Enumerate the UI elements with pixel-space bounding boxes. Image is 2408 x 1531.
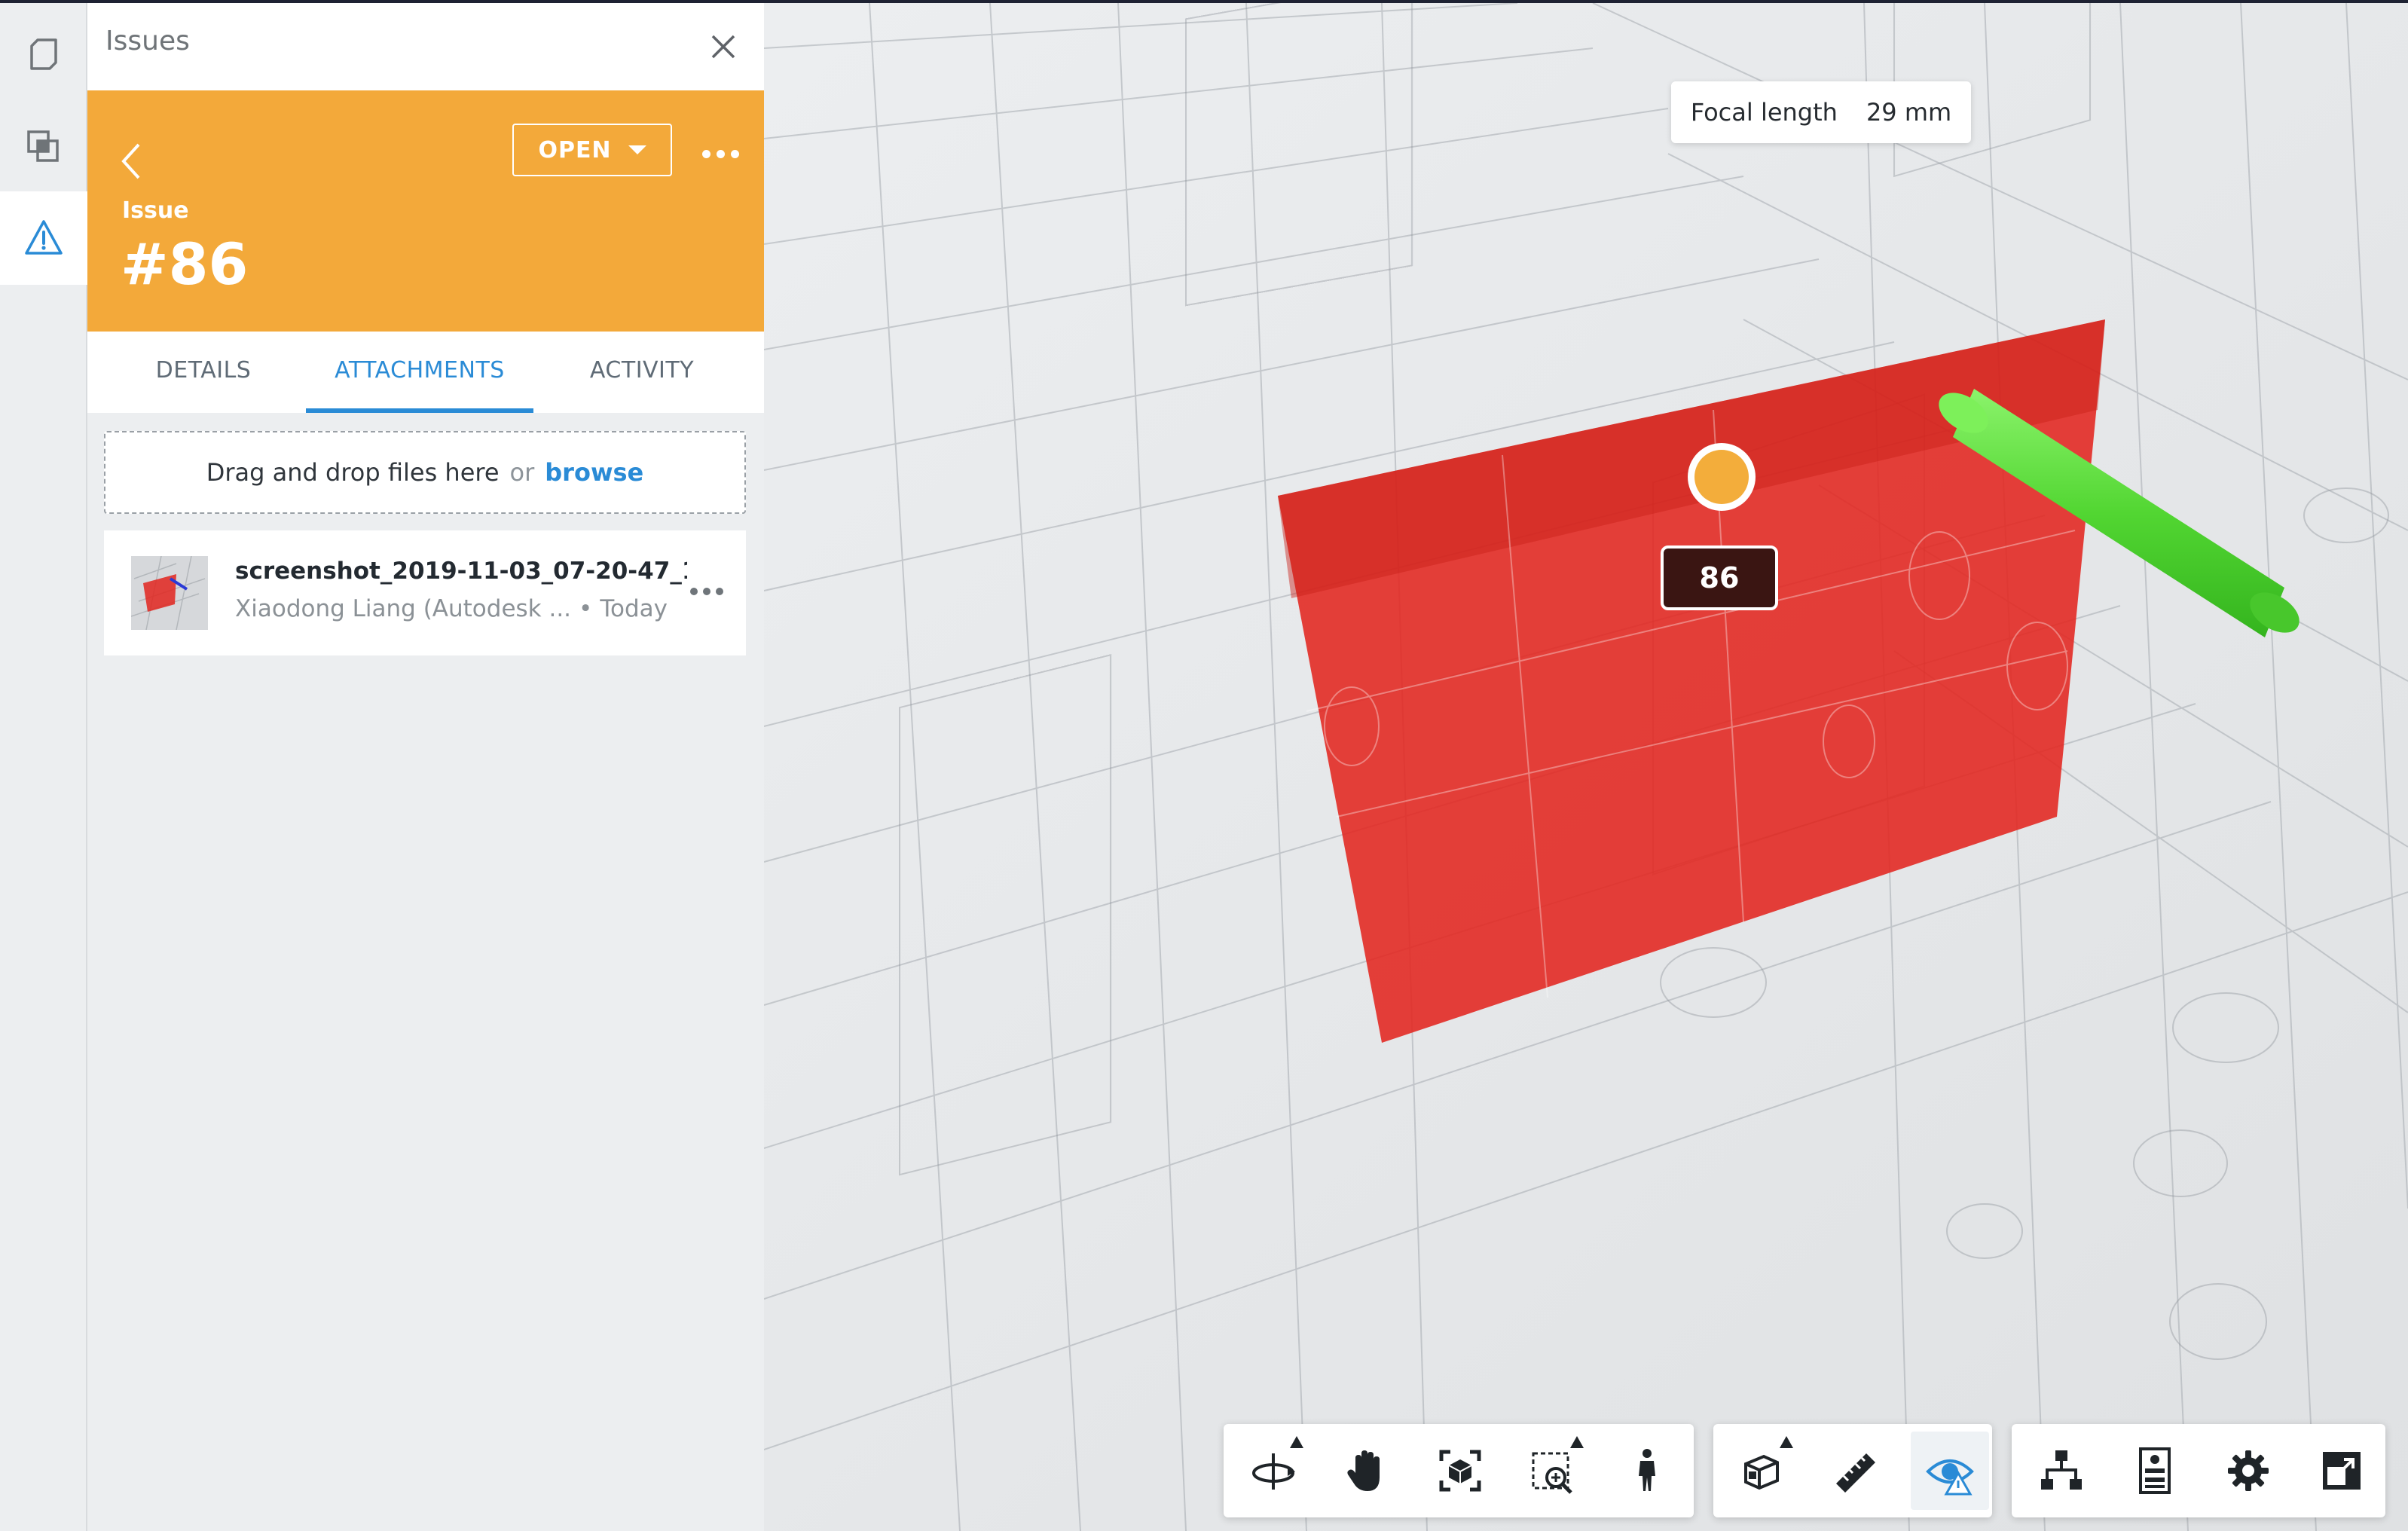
status-label: OPEN — [538, 136, 612, 163]
properties-icon — [2139, 1447, 2171, 1494]
first-person-button[interactable] — [1608, 1432, 1686, 1510]
close-icon[interactable] — [707, 30, 740, 63]
settings-toolbar — [2012, 1424, 2385, 1517]
issues-visibility-button[interactable] — [1911, 1432, 1989, 1510]
issue-header: OPEN Issue #86 — [87, 90, 764, 332]
rail-item-layers[interactable] — [0, 99, 86, 193]
rail-item-issues[interactable] — [0, 191, 87, 285]
panel-header: Issues — [87, 3, 764, 90]
browse-link[interactable]: browse — [545, 458, 643, 487]
active-tab-indicator — [306, 408, 533, 413]
status-dropdown-button[interactable]: OPEN — [512, 124, 672, 176]
section-box-icon — [1744, 1454, 1779, 1490]
properties-button[interactable] — [2116, 1432, 2194, 1510]
fullscreen-icon — [2323, 1452, 2361, 1490]
separator-dot: • — [579, 595, 593, 622]
more-options-icon[interactable] — [702, 146, 744, 161]
orbit-icon — [1252, 1453, 1295, 1490]
measure-ruler-icon — [1836, 1453, 1875, 1493]
settings-button[interactable] — [2209, 1432, 2287, 1510]
layers-icon — [27, 130, 59, 162]
issue-pin-label[interactable]: 86 — [1661, 545, 1778, 610]
left-tool-rail — [0, 3, 87, 1531]
attachment-author: Xiaodong Liang (Autodesk ... — [235, 595, 572, 622]
pan-hand-icon — [1347, 1450, 1380, 1491]
tab-attachments[interactable]: ATTACHMENTS — [306, 332, 533, 413]
rail-item-model[interactable] — [0, 8, 86, 101]
tools-toolbar — [1713, 1424, 1992, 1517]
zoom-window-icon — [1532, 1452, 1572, 1494]
flyout-arrow-icon — [1570, 1436, 1584, 1448]
issue-label: Issue — [122, 197, 189, 224]
model-browser-tree-icon — [2041, 1450, 2082, 1490]
settings-gear-icon — [2228, 1450, 2269, 1491]
model-scene — [764, 3, 2408, 1531]
fit-to-view-button[interactable] — [1421, 1432, 1499, 1510]
attachment-thumbnail — [131, 556, 208, 630]
model-viewer-canvas[interactable]: Focal length 29 mm 86 — [764, 3, 2408, 1531]
issue-pin-marker[interactable] — [1688, 443, 1756, 511]
fullscreen-button[interactable] — [2303, 1432, 2381, 1510]
tab-details[interactable]: DETAILS — [121, 332, 286, 413]
attachment-meta: Xiaodong Liang (Autodesk ... • Today — [235, 595, 687, 622]
section-box-button[interactable] — [1724, 1432, 1802, 1510]
flyout-arrow-icon — [1290, 1436, 1303, 1448]
dropzone-or: or — [509, 458, 535, 487]
tab-activity[interactable]: ACTIVITY — [559, 332, 725, 413]
file-dropzone[interactable]: Drag and drop files here or browse — [104, 431, 746, 514]
model-browser-button[interactable] — [2022, 1432, 2101, 1510]
fit-to-view-icon — [1439, 1450, 1481, 1492]
flyout-arrow-icon — [1780, 1436, 1793, 1448]
model-browser-icon — [30, 38, 57, 70]
panel-title: Issues — [105, 26, 190, 57]
issue-tabs: DETAILS ATTACHMENTS ACTIVITY — [87, 332, 764, 413]
issue-number: #86 — [121, 231, 249, 298]
focal-length-label: Focal length — [1690, 98, 1838, 127]
pan-button[interactable] — [1328, 1432, 1406, 1510]
measure-button[interactable] — [1817, 1432, 1896, 1510]
focal-length-value: 29 mm — [1866, 98, 1952, 127]
dropzone-text: Drag and drop files here — [206, 458, 500, 487]
first-person-icon — [1639, 1449, 1655, 1491]
navigation-toolbar — [1224, 1424, 1694, 1517]
issues-visibility-icon — [1926, 1459, 1974, 1496]
attachment-date: Today — [600, 595, 668, 622]
attachment-file-name: screenshot_2019-11-03_07-20-47_1... — [235, 558, 687, 585]
caret-down-icon — [628, 145, 646, 154]
back-chevron-icon[interactable] — [113, 137, 149, 185]
focal-length-tooltip: Focal length 29 mm — [1671, 81, 1971, 143]
zoom-window-button[interactable] — [1514, 1432, 1593, 1510]
top-border — [0, 0, 2408, 3]
warning-icon — [25, 220, 63, 255]
attachment-item[interactable]: screenshot_2019-11-03_07-20-47_1... Xiao… — [104, 530, 746, 655]
orbit-button[interactable] — [1234, 1432, 1312, 1510]
attachment-more-icon[interactable] — [690, 588, 723, 595]
issues-panel: Issues OPEN Issue #86 DETAILS ATTACHMENT… — [87, 3, 764, 1531]
